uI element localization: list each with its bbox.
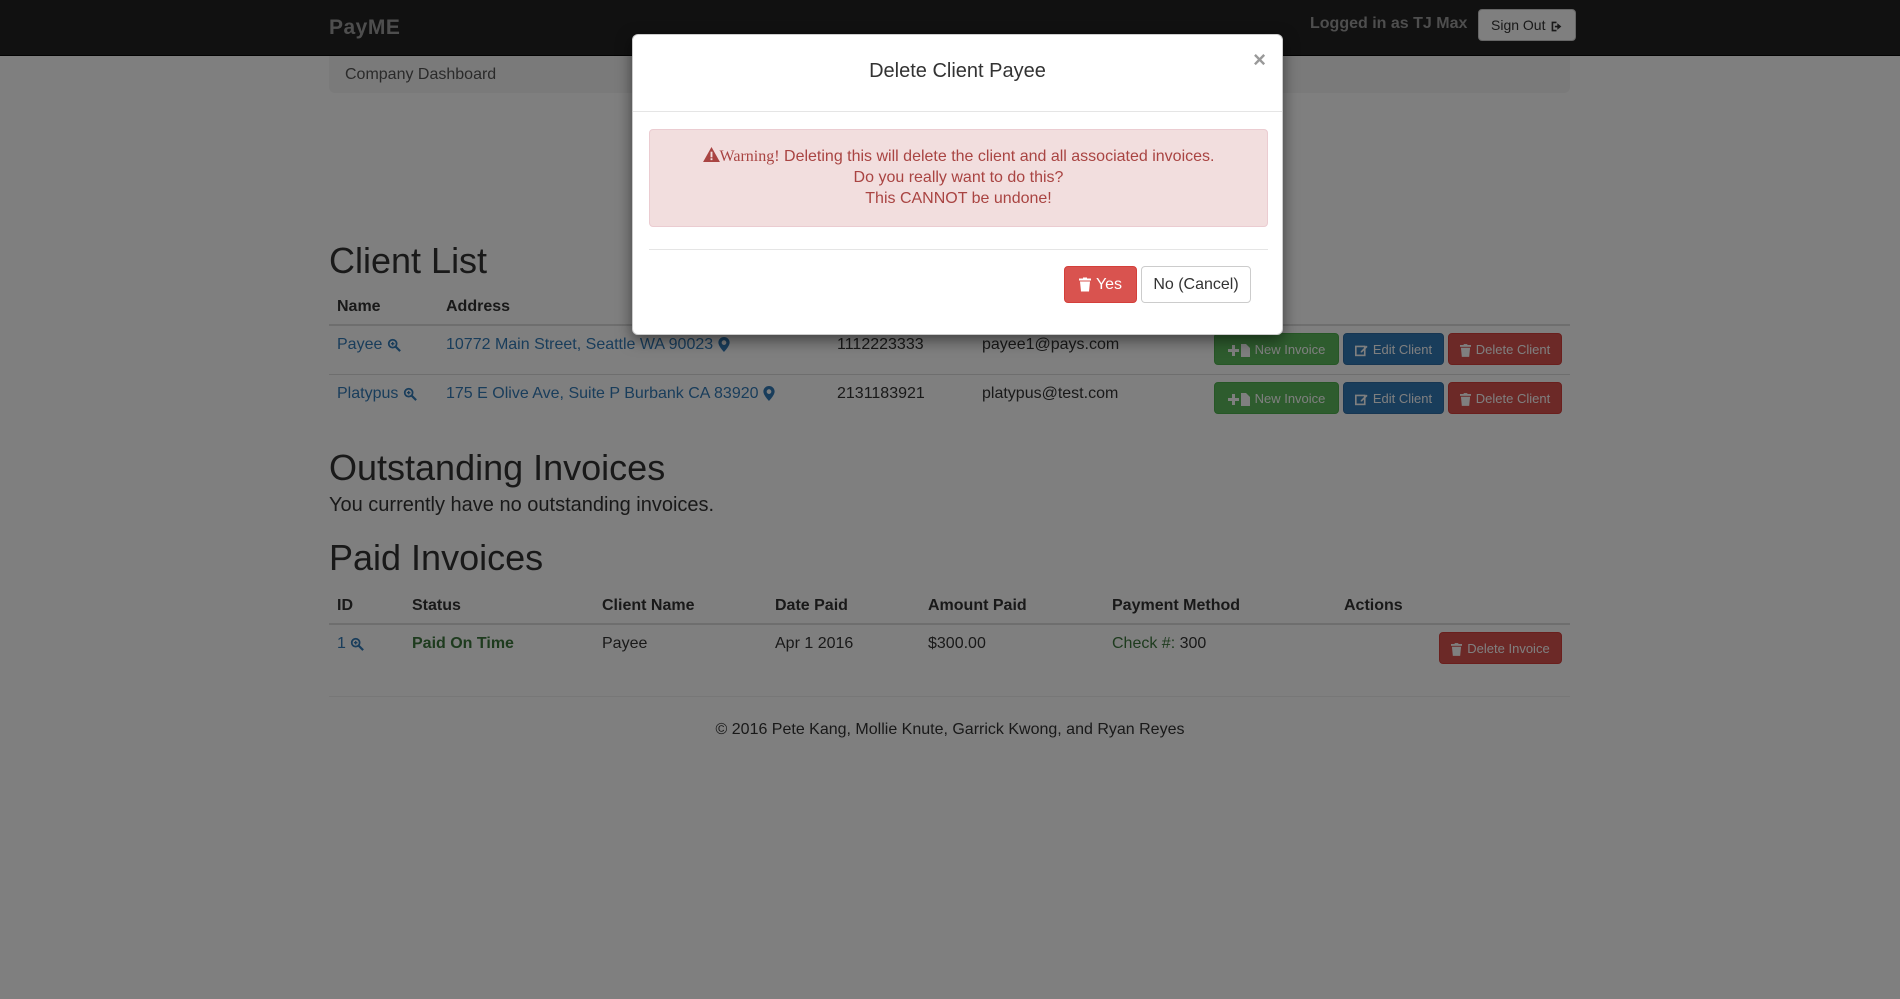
close-icon[interactable]: ×	[1253, 47, 1266, 73]
modal-title: Delete Client Payee	[869, 60, 1046, 82]
trash-icon	[1078, 276, 1091, 294]
modal-divider	[649, 249, 1268, 250]
yes-button[interactable]: Yes	[1064, 266, 1137, 303]
modal-header: Delete Client Payee ×	[633, 35, 1282, 112]
warning-line-2: Do you really want to do this?	[853, 169, 1064, 186]
warning-line-3: This CANNOT be undone!	[865, 190, 1052, 207]
warning-line-1: Warning! Deleting this will delete the c…	[650, 146, 1267, 167]
warning-word: Warning!	[719, 148, 780, 165]
cancel-button[interactable]: No (Cancel)	[1141, 266, 1251, 303]
warning-triangle-icon	[702, 147, 720, 165]
yes-label: Yes	[1095, 275, 1123, 293]
warning-alert: Warning! Deleting this will delete the c…	[649, 129, 1268, 227]
delete-client-modal: Delete Client Payee × Warning! Deleting …	[632, 34, 1283, 335]
warning-text: Deleting this will delete the client and…	[779, 148, 1215, 165]
